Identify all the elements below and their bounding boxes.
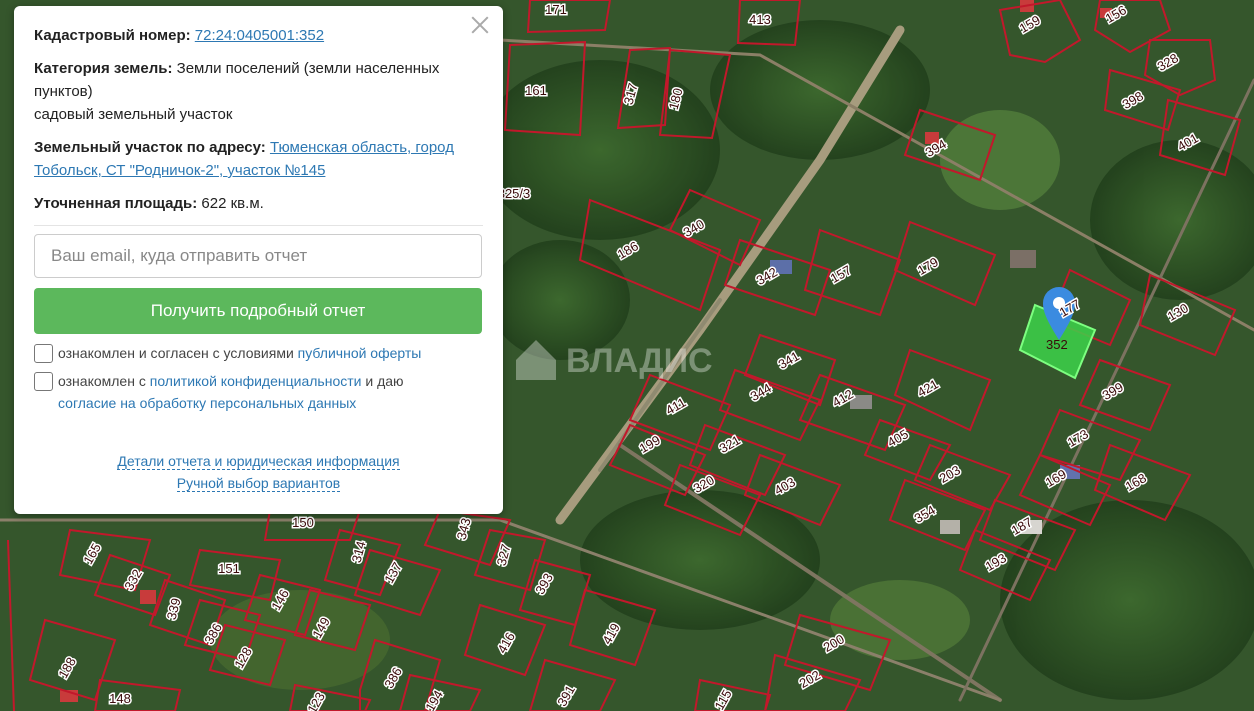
divider <box>34 225 483 226</box>
consent-offer-label: ознакомлен и согласен с условиями <box>58 345 294 361</box>
watermark-text: ВЛАДИС <box>566 342 713 380</box>
parcel-number-label: 171 <box>545 2 567 17</box>
area-row: Уточненная площадь: 622 кв.м. <box>34 192 483 215</box>
parcel-number-label: 161 <box>525 83 547 98</box>
consent-privacy-label-b: и даю <box>365 373 404 389</box>
parcel-number-label: 413 <box>749 12 771 27</box>
manual-selection-link[interactable]: Ручной выбор вариантов <box>176 475 341 492</box>
category-row: Категория земель: Земли поселений (земли… <box>34 57 483 126</box>
parcel-number-label: 150 <box>292 515 314 530</box>
public-offer-link[interactable]: публичной оферты <box>298 345 422 361</box>
footer-links: Детали отчета и юридическая информация Р… <box>34 450 483 494</box>
cadastral-label: Кадастровый номер: <box>34 27 191 44</box>
consent-privacy-text: ознакомлен с политикой конфиденциальност… <box>58 370 404 414</box>
consent-offer-row: ознакомлен и согласен с условиями публич… <box>34 342 483 364</box>
personal-data-consent-link[interactable]: согласие на обработку персональных данны… <box>58 395 356 411</box>
close-icon[interactable] <box>469 14 491 36</box>
consent-privacy-label-a: ознакомлен с <box>58 373 146 389</box>
parcel-number-label: 148 <box>109 691 131 706</box>
report-details-link[interactable]: Детали отчета и юридическая информация <box>117 453 400 470</box>
consent-offer-checkbox[interactable] <box>34 344 53 363</box>
area-value: 622 кв.м. <box>201 195 264 212</box>
get-report-button[interactable]: Получить подробный отчет <box>34 288 482 334</box>
address-label: Земельный участок по адресу: <box>34 139 266 156</box>
parcel-number-label: 151 <box>218 561 240 576</box>
area-label: Уточненная площадь: <box>34 195 198 212</box>
consent-privacy-checkbox[interactable] <box>34 372 53 391</box>
privacy-policy-link[interactable]: политикой конфиденциальности <box>150 373 362 389</box>
parcel-info-popup: Кадастровый номер: 72:24:0405001:352 Кат… <box>14 6 503 514</box>
category-subvalue: садовый земельный участок <box>34 106 233 123</box>
email-input[interactable] <box>34 234 482 278</box>
cadastral-number-link[interactable]: 72:24:0405001:352 <box>195 27 324 44</box>
consent-privacy-row: ознакомлен с политикой конфиденциальност… <box>34 370 483 414</box>
category-label: Категория земель: <box>34 60 173 77</box>
address-row: Земельный участок по адресу: Тюменская о… <box>34 136 483 182</box>
consent-offer-text: ознакомлен и согласен с условиями публич… <box>58 342 421 364</box>
selected-parcel-label: 352 <box>1046 337 1068 352</box>
cadastral-row: Кадастровый номер: 72:24:0405001:352 <box>34 24 483 47</box>
